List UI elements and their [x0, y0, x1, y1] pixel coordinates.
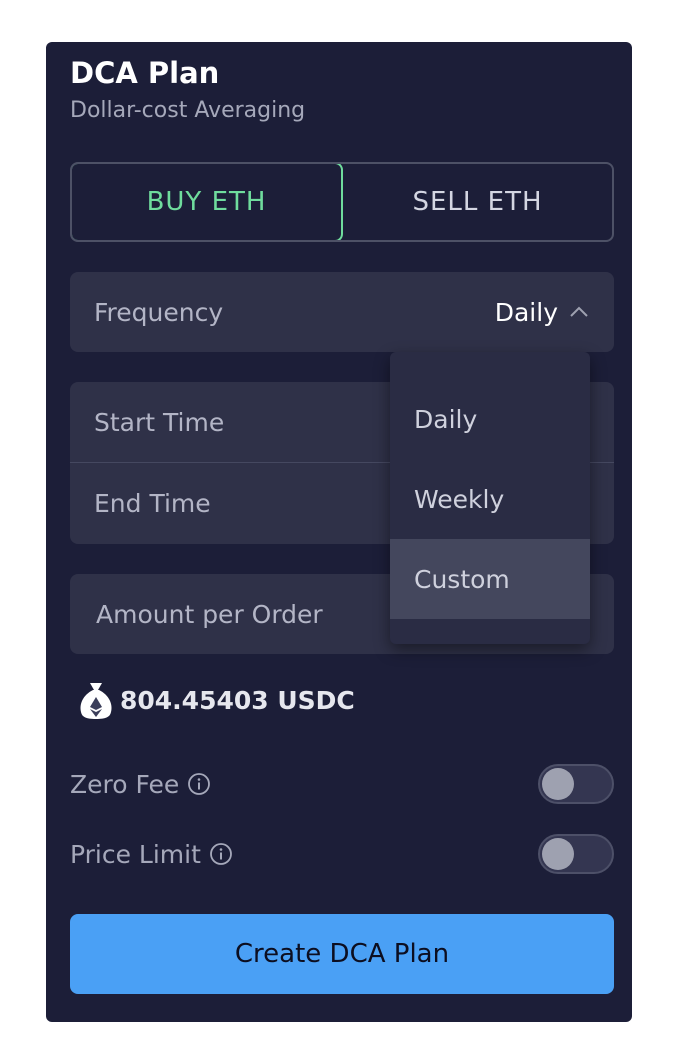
zero-fee-option: Zero Fee: [70, 764, 614, 804]
chevron-up-icon: [570, 306, 588, 317]
price-limit-label-group: Price Limit: [70, 840, 233, 869]
create-dca-plan-button[interactable]: Create DCA Plan: [70, 914, 614, 994]
frequency-option-daily[interactable]: Daily: [390, 379, 590, 459]
price-limit-option: Price Limit: [70, 834, 614, 874]
frequency-option-weekly[interactable]: Weekly: [390, 459, 590, 539]
frequency-option-custom[interactable]: Custom: [390, 539, 590, 619]
frequency-current[interactable]: Daily: [495, 298, 590, 327]
balance-display: 804.45403 USDC: [78, 680, 355, 720]
panel-title: DCA Plan: [70, 56, 220, 90]
end-time-label: End Time: [94, 489, 211, 518]
balance-value: 804.45403 USDC: [120, 685, 355, 715]
zero-fee-label-group: Zero Fee: [70, 770, 211, 799]
frequency-select[interactable]: Frequency Daily: [70, 272, 614, 352]
info-icon[interactable]: [187, 772, 211, 796]
buy-eth-tab[interactable]: BUY ETH: [72, 164, 343, 240]
zero-fee-label: Zero Fee: [70, 769, 180, 799]
info-icon[interactable]: [209, 842, 233, 866]
sell-eth-tab[interactable]: SELL ETH: [343, 164, 612, 240]
zero-fee-toggle[interactable]: [538, 764, 614, 804]
price-limit-toggle-knob: [542, 838, 574, 870]
dca-plan-panel: DCA Plan Dollar-cost Averaging BUY ETH S…: [46, 42, 632, 1022]
panel-subtitle: Dollar-cost Averaging: [70, 98, 306, 123]
trade-side-toggle: BUY ETH SELL ETH: [70, 162, 614, 242]
price-limit-label: Price Limit: [70, 839, 201, 869]
frequency-label: Frequency: [94, 297, 224, 327]
amount-per-order-label: Amount per Order: [96, 599, 323, 629]
frequency-value: Daily: [494, 297, 558, 327]
price-limit-toggle[interactable]: [538, 834, 614, 874]
zero-fee-toggle-knob: [542, 768, 574, 800]
money-bag-eth-icon: [80, 683, 112, 719]
frequency-dropdown-menu: Daily Weekly Custom: [390, 352, 590, 644]
start-time-label: Start Time: [94, 407, 225, 437]
